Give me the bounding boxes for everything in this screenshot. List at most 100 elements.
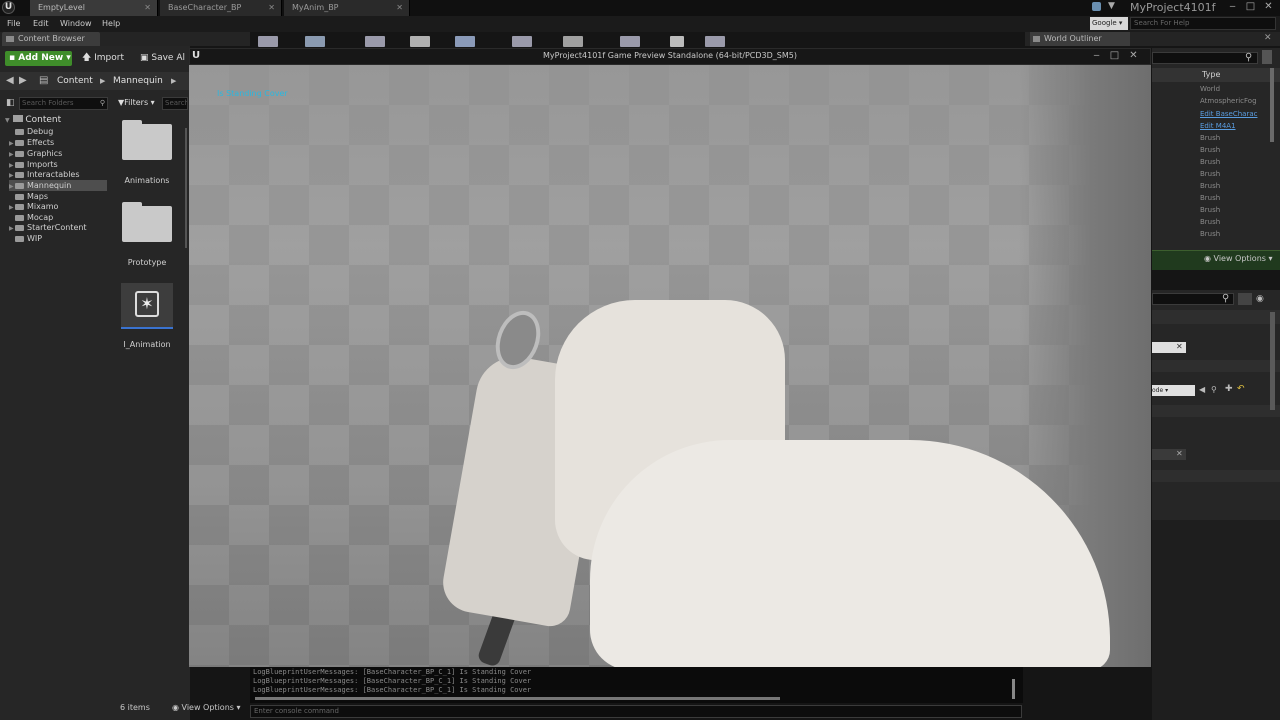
outliner-row[interactable]: Brush (1200, 180, 1220, 192)
clear-icon[interactable]: ✕ (1176, 449, 1183, 458)
folder-icon[interactable] (122, 120, 172, 160)
tab-label: World Outliner (1044, 34, 1102, 43)
tree-item-interactables[interactable]: ▶ Interactables (9, 169, 109, 180)
tab-base-character-bp[interactable]: BaseCharacter_BP ✕ (160, 0, 282, 16)
view-options-label: View Options (181, 703, 234, 712)
save-icon[interactable] (258, 36, 278, 47)
menu-edit[interactable]: Edit (33, 16, 49, 32)
outliner-edit-link[interactable]: Edit BaseCharac (1200, 108, 1257, 120)
log-vertical-scrollbar[interactable] (1012, 679, 1015, 699)
import-button[interactable]: 🡅 Import (82, 51, 124, 66)
property-matrix-icon[interactable] (1238, 293, 1252, 305)
blueprints-icon[interactable] (512, 36, 532, 47)
details-scrollbar[interactable] (1270, 312, 1275, 410)
window-close-icon[interactable]: ✕ (1262, 1, 1275, 12)
breadcrumb-mannequin[interactable]: Mannequin (113, 73, 163, 89)
notification-icon[interactable]: ▼ (1108, 2, 1118, 11)
outliner-scrollbar[interactable] (1270, 68, 1274, 142)
animation-icon: ✶ (135, 291, 159, 317)
help-search-input[interactable]: Search For Help (1130, 17, 1276, 30)
tree-item-debug[interactable]: Debug (9, 126, 109, 137)
folder-icon[interactable]: ▤ (39, 73, 48, 89)
outliner-row[interactable]: Brush (1200, 204, 1220, 216)
tree-item-mannequin[interactable]: ▶ Mannequin (9, 180, 107, 191)
asset-label-animations[interactable]: Animations (117, 176, 177, 185)
menu-window[interactable]: Window (60, 16, 92, 32)
details-dropdown[interactable]: ode ▾ (1152, 385, 1195, 396)
tree-item-graphics[interactable]: ▶ Graphics (9, 148, 109, 159)
outliner-edit-link[interactable]: Edit M4A1 (1200, 120, 1236, 132)
maximize-icon[interactable]: □ (1244, 1, 1257, 12)
settings-icon[interactable] (455, 36, 475, 47)
folder-icon (15, 214, 24, 221)
outliner-search-input[interactable] (1152, 52, 1258, 64)
marketplace-icon[interactable] (410, 36, 430, 47)
tab-empty-level[interactable]: EmptyLevel ✕ (30, 0, 158, 16)
collapse-tree-icon[interactable]: ◧ (6, 98, 15, 108)
eye-icon[interactable]: ◉ (1256, 294, 1264, 304)
tree-item-effects[interactable]: ▶ Effects (9, 137, 109, 148)
save-all-icon: ▣ (140, 53, 152, 63)
breadcrumb-content[interactable]: Content (57, 73, 93, 89)
outliner-row[interactable]: Brush (1200, 228, 1220, 239)
search-assets-input[interactable]: Search (162, 97, 188, 110)
outliner-row[interactable]: Brush (1200, 168, 1220, 180)
back-arrow-icon[interactable]: ◀ (6, 73, 14, 89)
use-selected-icon[interactable]: ◀ (1199, 385, 1205, 394)
tree-item-mixamo[interactable]: ▶ Mixamo (9, 201, 109, 212)
outliner-row[interactable]: AtmosphericFog (1200, 95, 1257, 107)
content-view-options-button[interactable]: ◉ View Options ▾ (172, 703, 241, 712)
game-viewport[interactable] (189, 65, 1151, 667)
tab-content-browser[interactable]: Content Browser (2, 32, 100, 46)
tab-label: Content Browser (18, 34, 85, 43)
minimize-icon[interactable]: ‒ (1090, 50, 1103, 61)
stop-icon[interactable] (705, 36, 725, 47)
close-icon[interactable]: ✕ (1264, 33, 1272, 43)
menu-file[interactable]: File (7, 16, 20, 32)
tab-world-outliner[interactable]: World Outliner (1030, 32, 1130, 46)
search-folders-input[interactable]: Search Folders ⚲ (19, 97, 108, 110)
maximize-icon[interactable]: □ (1108, 50, 1121, 61)
asset-label-prototype[interactable]: Prototype (117, 258, 177, 267)
source-control-icon[interactable] (305, 36, 325, 47)
feedback-icon[interactable] (1092, 2, 1101, 11)
minimize-icon[interactable]: ‒ (1226, 1, 1239, 12)
folder-icon (15, 150, 24, 157)
close-icon[interactable]: ✕ (268, 0, 275, 16)
pause-icon[interactable] (670, 36, 684, 47)
asset-scrollbar[interactable] (185, 128, 187, 248)
outliner-row[interactable]: Brush (1200, 132, 1220, 144)
filters-button[interactable]: ▼Filters ▾ (118, 97, 155, 109)
tab-myanim-bp[interactable]: MyAnim_BP ✕ (284, 0, 410, 16)
outliner-view-options-button[interactable]: ◉ View Options ▾ (1204, 254, 1273, 263)
save-all-button[interactable]: ▣ Save Al (140, 51, 185, 66)
outliner-column-type[interactable]: Type (1152, 68, 1280, 82)
tree-item-startercontent[interactable]: ▶ StarterContent (9, 222, 109, 233)
folder-icon[interactable] (122, 202, 172, 242)
clear-icon[interactable]: ✕ (1176, 342, 1183, 351)
log-horizontal-scrollbar[interactable] (255, 697, 780, 700)
matinee-icon[interactable] (563, 36, 583, 47)
add-icon[interactable]: ✚ (1225, 384, 1233, 394)
animation-asset-thumbnail[interactable]: ✶ (121, 283, 173, 329)
outliner-settings-icon[interactable] (1262, 50, 1272, 64)
asset-label-animation[interactable]: I_Animation (117, 340, 177, 349)
close-icon[interactable]: ✕ (144, 0, 151, 16)
outliner-row[interactable]: Brush (1200, 192, 1220, 204)
outliner-row[interactable]: Brush (1200, 216, 1220, 228)
browse-icon[interactable]: ⚲ (1211, 385, 1217, 394)
add-new-button[interactable]: ▪ Add New ▾ (5, 51, 72, 66)
menu-help[interactable]: Help (102, 16, 120, 32)
reset-icon[interactable]: ↶ (1237, 384, 1245, 394)
window-close-icon[interactable]: ✕ (1127, 50, 1140, 61)
help-provider-select[interactable]: Google ▾ (1090, 17, 1128, 30)
outliner-row[interactable]: Brush (1200, 156, 1220, 168)
console-command-input[interactable]: Enter console command (250, 705, 1022, 718)
outliner-row[interactable]: World (1200, 83, 1220, 95)
build-icon[interactable] (620, 36, 640, 47)
forward-arrow-icon[interactable]: ▶ (19, 73, 27, 89)
outliner-row[interactable]: Brush (1200, 144, 1220, 156)
close-icon[interactable]: ✕ (396, 0, 403, 16)
content-icon[interactable] (365, 36, 385, 47)
tree-item-wip[interactable]: WIP (9, 233, 109, 244)
